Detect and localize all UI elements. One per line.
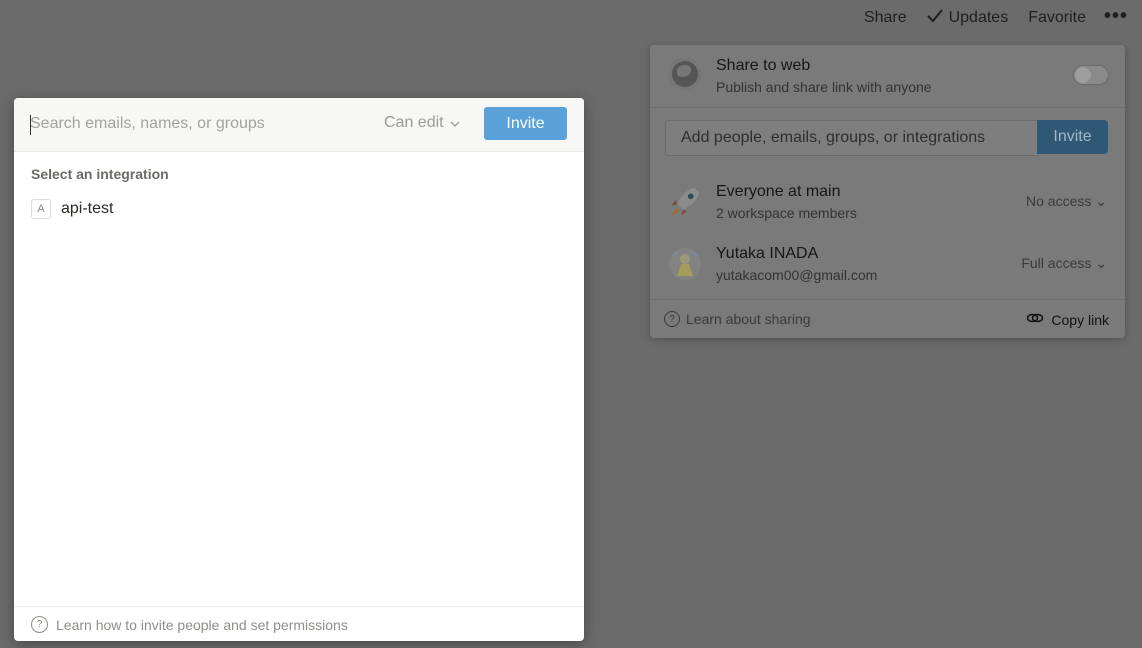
favorite-button[interactable]: Favorite bbox=[1018, 9, 1096, 27]
permission-label: Full access bbox=[1021, 255, 1092, 271]
share-to-web-title: Share to web bbox=[716, 57, 811, 74]
text-cursor bbox=[30, 115, 31, 135]
integration-item[interactable]: A api-test bbox=[31, 198, 113, 220]
integration-letter-icon: A bbox=[31, 199, 51, 219]
learn-invite-link[interactable]: ? Learn how to invite people and set per… bbox=[31, 616, 348, 633]
learn-about-sharing-link[interactable]: ? Learn about sharing bbox=[664, 311, 811, 327]
permission-label: Can edit bbox=[384, 114, 444, 131]
share-to-web-subtitle: Publish and share link with anyone bbox=[716, 79, 932, 95]
favorite-label: Favorite bbox=[1028, 9, 1086, 26]
permission-dropdown[interactable]: Can edit bbox=[384, 114, 460, 132]
invite-header: Can edit Invite bbox=[14, 98, 584, 152]
globe-icon bbox=[669, 58, 701, 90]
more-options-icon[interactable]: ••• bbox=[1096, 5, 1132, 28]
learn-about-sharing-label: Learn about sharing bbox=[686, 311, 811, 327]
section-heading: Select an integration bbox=[31, 166, 169, 182]
share-label: Share bbox=[863, 9, 907, 26]
permission-dropdown[interactable]: Full access ⌄ bbox=[1021, 255, 1107, 272]
integration-name: api-test bbox=[61, 200, 114, 217]
rocket-icon bbox=[666, 183, 704, 221]
help-icon: ? bbox=[664, 311, 680, 327]
permission-label: No access bbox=[1026, 193, 1092, 209]
chevron-down-icon bbox=[450, 114, 460, 132]
member-row[interactable]: Everyone at main 2 workspace members No … bbox=[650, 175, 1125, 225]
updates-button[interactable]: Updates bbox=[917, 8, 1019, 28]
check-icon bbox=[926, 8, 943, 28]
top-bar: Share Updates Favorite ••• bbox=[854, 0, 1142, 36]
member-name: Yutaka INADA bbox=[716, 245, 819, 262]
permission-dropdown[interactable]: No access ⌄ bbox=[1026, 193, 1107, 210]
share-popover: Share to web Publish and share link with… bbox=[650, 45, 1125, 338]
member-row[interactable]: Yutaka INADA yutakacom00@gmail.com Full … bbox=[650, 237, 1125, 287]
chevron-down-icon: ⌄ bbox=[1095, 193, 1107, 209]
share-button[interactable]: Share bbox=[854, 9, 917, 27]
invite-button[interactable]: Invite bbox=[484, 107, 567, 140]
add-people-placeholder: Add people, emails, groups, or integrati… bbox=[681, 129, 986, 146]
member-email: yutakacom00@gmail.com bbox=[716, 267, 878, 283]
updates-label: Updates bbox=[948, 9, 1009, 26]
share-to-web-toggle[interactable] bbox=[1073, 65, 1109, 85]
learn-invite-label: Learn how to invite people and set permi… bbox=[56, 616, 348, 633]
link-icon bbox=[1026, 311, 1044, 328]
share-footer: ? Learn about sharing Copy link bbox=[650, 299, 1125, 338]
user-avatar bbox=[666, 245, 704, 283]
invite-modal: Can edit Invite Select an integration A … bbox=[14, 98, 584, 641]
chevron-down-icon: ⌄ bbox=[1095, 255, 1107, 271]
add-people-input[interactable]: Add people, emails, groups, or integrati… bbox=[665, 120, 1039, 156]
search-input[interactable] bbox=[30, 115, 370, 133]
member-sub: 2 workspace members bbox=[716, 205, 857, 221]
copy-link-label: Copy link bbox=[1051, 311, 1109, 328]
help-icon: ? bbox=[31, 616, 48, 633]
invite-footer: ? Learn how to invite people and set per… bbox=[14, 606, 584, 641]
share-invite-button[interactable]: Invite bbox=[1037, 120, 1108, 154]
copy-link-button[interactable]: Copy link bbox=[1026, 311, 1109, 328]
member-name: Everyone at main bbox=[716, 183, 841, 200]
share-to-web-row: Share to web Publish and share link with… bbox=[650, 45, 1125, 108]
